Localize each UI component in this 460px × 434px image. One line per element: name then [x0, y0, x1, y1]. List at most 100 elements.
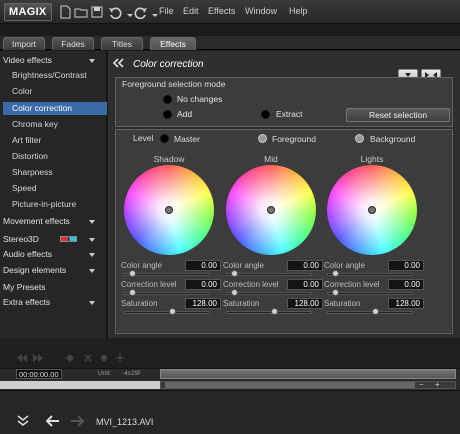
menu-edit[interactable]: Edit: [183, 6, 199, 16]
redo-icon[interactable]: [134, 5, 148, 20]
timeline-ruler[interactable]: [160, 369, 456, 379]
slider-knob[interactable]: [332, 270, 339, 277]
color-column-shadow: Shadow Color angle 0.00 Correction level 0.0…: [121, 130, 224, 335]
timecode-field[interactable]: 00:00:00.00: [16, 369, 62, 379]
param-value-angle[interactable]: 0.00: [185, 260, 221, 271]
param-label: Color angle: [121, 261, 162, 270]
sidebar-category-extra-effects[interactable]: Extra effects: [3, 297, 103, 307]
param-value-correction[interactable]: 0.00: [388, 279, 424, 290]
param-value-angle[interactable]: 0.00: [388, 260, 424, 271]
menu-window[interactable]: Window: [245, 6, 277, 16]
timeline-scrollbar[interactable]: − +: [160, 380, 456, 389]
sidebar-item-art-filter[interactable]: Art filter: [12, 134, 106, 147]
radio-extract[interactable]: [261, 110, 270, 119]
sidebar-item-chroma-key[interactable]: Chroma key: [12, 118, 106, 131]
param-label: Correction level: [121, 280, 177, 289]
sidebar-item-speed[interactable]: Speed: [12, 182, 106, 195]
redo-dropdown-icon[interactable]: [148, 5, 158, 19]
color-wheel-handle[interactable]: [267, 206, 275, 214]
param-slider-angle[interactable]: [226, 270, 312, 277]
slider-knob[interactable]: [169, 308, 176, 315]
reset-selection-button[interactable]: Reset selection: [346, 108, 450, 122]
param-value-saturation[interactable]: 128.00: [287, 298, 323, 309]
tab-effects[interactable]: Effects: [150, 37, 196, 50]
radio-no-changes[interactable]: [163, 95, 172, 104]
param-label: Color angle: [223, 261, 264, 270]
param-label: Saturation: [121, 299, 158, 308]
param-slider-saturation[interactable]: [226, 308, 312, 315]
color-wheel-handle[interactable]: [368, 206, 376, 214]
param-slider-correction[interactable]: [124, 289, 210, 296]
sidebar-item-picture-in-picture[interactable]: Picture-in-picture: [12, 198, 106, 211]
slider-knob[interactable]: [231, 270, 238, 277]
diamond-icon: [98, 353, 110, 363]
chevron-down-icon: [89, 59, 95, 63]
menu-file[interactable]: File: [159, 6, 174, 16]
param-slider-saturation[interactable]: [124, 308, 210, 315]
tab-titles[interactable]: Titles: [101, 37, 143, 50]
param-value-correction[interactable]: 0.00: [287, 279, 323, 290]
slider-knob[interactable]: [332, 289, 339, 296]
sidebar-category-audio-effects[interactable]: Audio effects: [3, 249, 103, 259]
color-wheel[interactable]: [226, 165, 316, 255]
param-slider-angle[interactable]: [124, 270, 210, 277]
param-slider-correction[interactable]: [226, 289, 312, 296]
sidebar-item-brightness-contrast[interactable]: Brightness/Contrast: [12, 69, 106, 82]
foreground-selection-group: Foreground selection mode No changes Add…: [115, 77, 453, 127]
scrollbar-thumb[interactable]: [165, 382, 415, 388]
slider-knob[interactable]: [129, 289, 136, 296]
save-icon[interactable]: [90, 5, 104, 19]
sidebar-category-video-effects[interactable]: Video effects: [3, 55, 103, 65]
slider-knob[interactable]: [231, 289, 238, 296]
param-slider-saturation[interactable]: [327, 308, 413, 315]
menu-help[interactable]: Help: [289, 6, 308, 16]
arrow-left-icon[interactable]: [45, 415, 60, 427]
arrow-right-icon[interactable]: [70, 415, 85, 427]
sidebar-category-design-elements[interactable]: Design elements: [3, 265, 103, 275]
new-file-icon[interactable]: [58, 5, 72, 19]
sidebar-item-distortion[interactable]: Distortion: [12, 150, 106, 163]
tab-bar: Import Fades Titles Effects: [0, 36, 460, 50]
unit-label: Unit:: [98, 370, 112, 377]
sidebar-category-stereo3d[interactable]: Stereo3D: [3, 234, 103, 244]
param-value-correction[interactable]: 0.00: [185, 279, 221, 290]
sidebar-category-label: Design elements: [3, 265, 67, 275]
radio-label-no-changes: No changes: [177, 94, 223, 104]
chevron-down-icon: [89, 301, 95, 305]
color-column-mid: Mid Color angle 0.00 Correction level 0.00 Sa…: [223, 130, 326, 335]
sidebar-category-my-presets[interactable]: My Presets: [3, 282, 103, 292]
expand-down-icon[interactable]: [16, 415, 30, 427]
param-label: Correction level: [324, 280, 380, 289]
param-slider-angle[interactable]: [327, 270, 413, 277]
timeline: 00:00:00.00 Unit: 4x29f − +: [0, 368, 460, 390]
color-wheel-handle[interactable]: [165, 206, 173, 214]
chevron-down-icon: [89, 253, 95, 257]
param-value-angle[interactable]: 0.00: [287, 260, 323, 271]
slider-knob[interactable]: [372, 308, 379, 315]
sidebar-item-sharpness[interactable]: Sharpness: [12, 166, 106, 179]
zoom-out-icon[interactable]: −: [419, 380, 424, 389]
chevron-down-icon: [89, 220, 95, 224]
tab-fades[interactable]: Fades: [52, 37, 94, 50]
back-double-chevron-icon[interactable]: [112, 57, 124, 69]
param-slider-correction[interactable]: [327, 289, 413, 296]
open-folder-icon[interactable]: [74, 5, 88, 19]
undo-icon[interactable]: [108, 5, 122, 20]
app-logo: MAGIX: [4, 3, 52, 21]
param-value-saturation[interactable]: 128.00: [388, 298, 424, 309]
menu-effects[interactable]: Effects: [208, 6, 235, 16]
param-value-saturation[interactable]: 128.00: [185, 298, 221, 309]
menubar: MAGIX File Edit Effects Window Help: [0, 0, 460, 24]
sidebar-category-label: Stereo3D: [3, 234, 39, 244]
sidebar-item-color-correction[interactable]: Color correction: [3, 102, 107, 115]
sidebar-item-color[interactable]: Color: [12, 85, 106, 98]
zoom-in-icon[interactable]: +: [435, 380, 440, 389]
undo-dropdown-icon[interactable]: [123, 5, 133, 19]
slider-knob[interactable]: [129, 270, 136, 277]
tab-import[interactable]: Import: [3, 37, 45, 50]
radio-add[interactable]: [163, 110, 172, 119]
sidebar-category-movement-effects[interactable]: Movement effects: [3, 216, 103, 226]
color-wheel[interactable]: [327, 165, 417, 255]
color-wheel[interactable]: [124, 165, 214, 255]
slider-knob[interactable]: [271, 308, 278, 315]
